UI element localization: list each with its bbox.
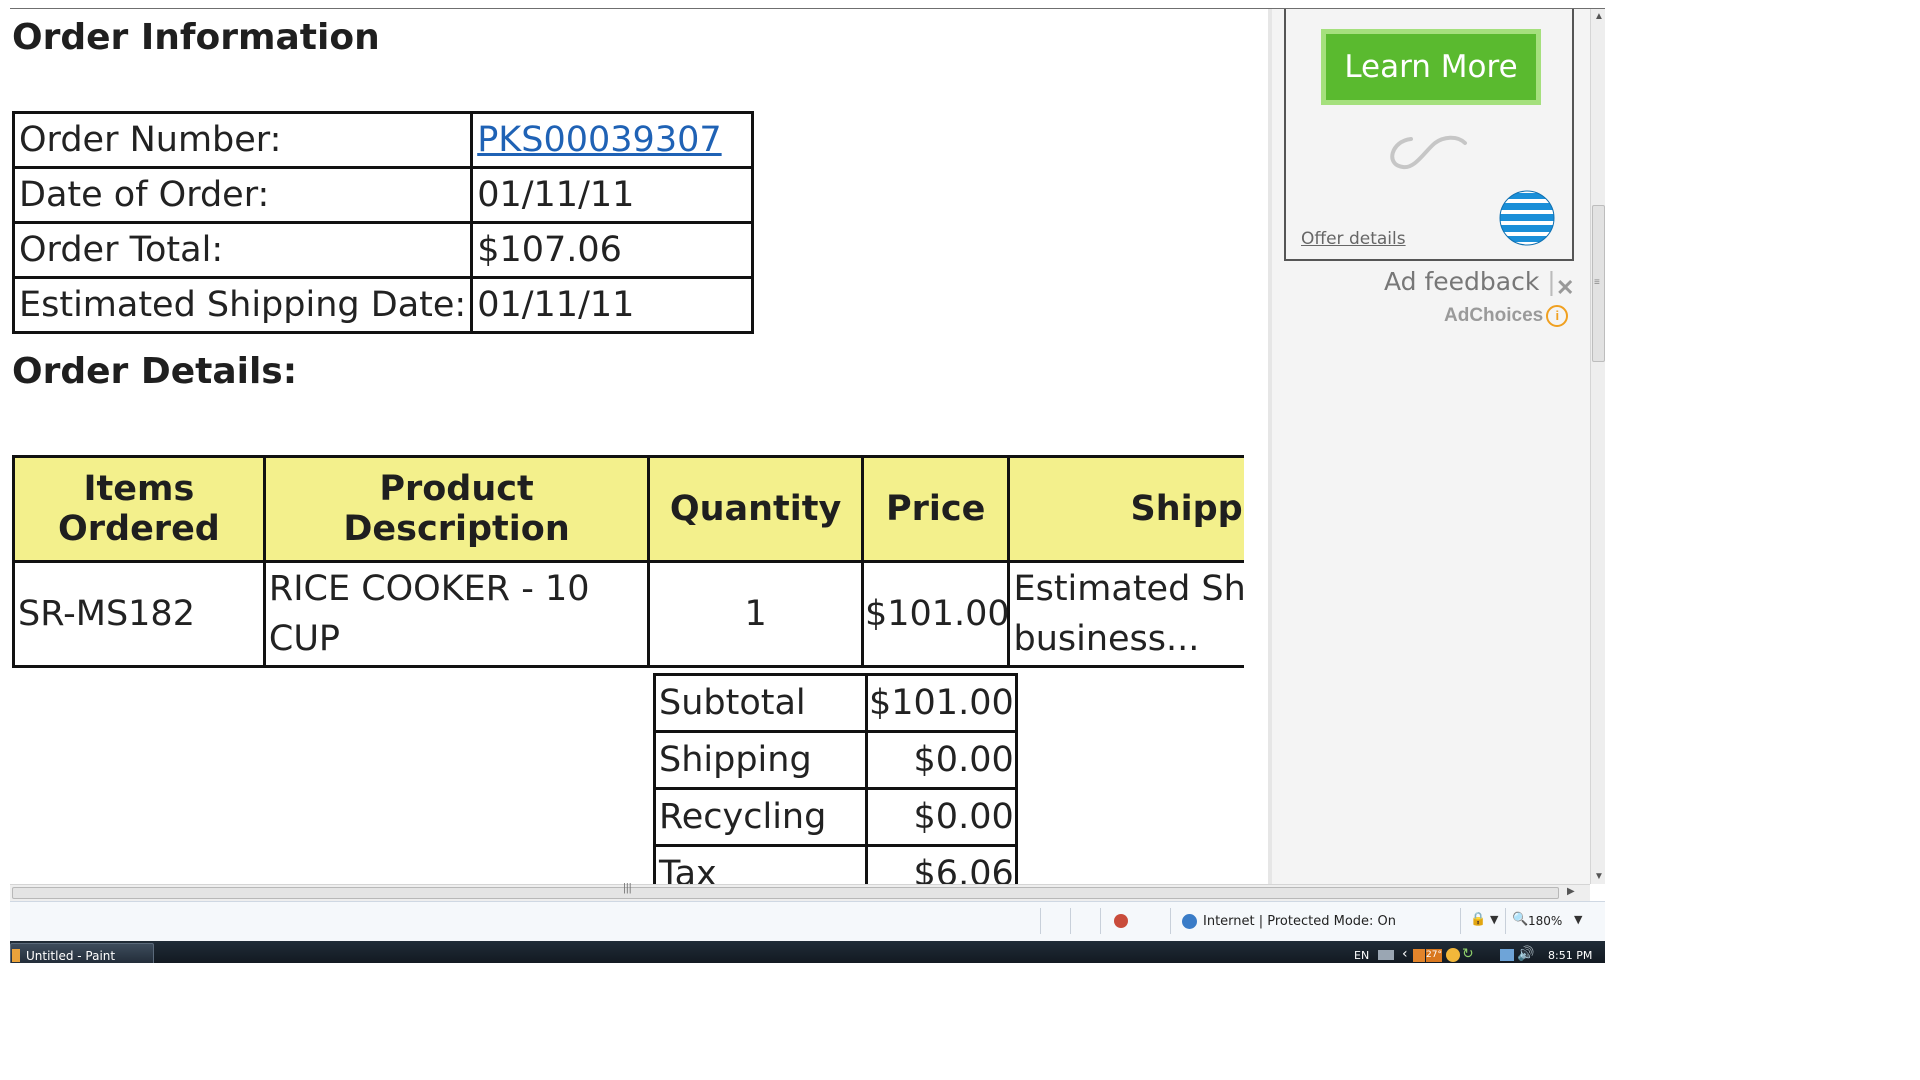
chevron-down-icon[interactable]: ▼ — [1574, 913, 1582, 926]
order-info-row: Estimated Shipping Date: 01/11/11 — [11, 276, 755, 334]
ad-sidebar: Learn More Offer details Ad feedback | ✕ — [1268, 9, 1594, 884]
column-header-items-ordered: Items Ordered — [12, 455, 266, 563]
security-zone-text[interactable]: Internet | Protected Mode: On — [1203, 914, 1396, 929]
status-divider — [1505, 908, 1506, 934]
weather-temperature[interactable]: 27° — [1426, 949, 1442, 962]
update-icon[interactable]: ↻ — [1462, 946, 1474, 962]
scroll-grip-icon: ||| — [623, 882, 632, 894]
system-clock[interactable]: 8:51 PM — [1548, 949, 1592, 962]
offer-details-link[interactable]: Offer details — [1301, 229, 1406, 249]
order-details-table: Items Ordered Product Description Quanti… — [12, 455, 1244, 668]
scroll-grip-icon: ≡ — [1594, 277, 1600, 288]
status-divider — [1100, 908, 1101, 934]
zoom-level[interactable]: 180% — [1528, 914, 1562, 928]
shipping-date-label: Estimated Shipping Date: — [11, 276, 474, 334]
totals-row: Shipping $0.00 — [653, 730, 1018, 790]
quantity-cell: 1 — [647, 560, 864, 668]
shipping-date-value: 01/11/11 — [470, 276, 755, 334]
order-totals-table: Subtotal $101.00 Shipping $0.00 Recyclin… — [653, 673, 1018, 884]
status-divider — [1170, 908, 1171, 934]
column-header-quantity: Quantity — [647, 455, 864, 563]
shipping-cell: Estimated Shi business... — [1007, 560, 1244, 668]
order-info-row: Date of Order: 01/11/11 — [11, 166, 755, 224]
recycling-value: $0.00 — [865, 787, 1018, 847]
order-information-heading: Order Information — [12, 17, 380, 58]
column-header-shipping: Shippi — [1007, 455, 1244, 563]
scroll-up-arrow-icon[interactable]: ▲ — [1594, 11, 1604, 22]
chevron-down-icon[interactable]: ▼ — [1490, 913, 1498, 926]
price-cell: $101.00 — [860, 560, 1011, 668]
description-cell: RICE COOKER - 10 CUP — [262, 560, 651, 668]
windows-taskbar: Untitled - Paint EN ‹ 27° ↻ 🔊 8:51 PM — [10, 941, 1605, 963]
separator: | — [1547, 267, 1556, 296]
table-row: SR-MS182 RICE COOKER - 10 CUP 1 $101.00 … — [12, 560, 1244, 668]
table-header-row: Items Ordered Product Description Quanti… — [12, 455, 1244, 563]
order-info-row: Order Total: $107.06 — [11, 221, 755, 279]
order-details-table-viewport: Items Ordered Product Description Quanti… — [12, 455, 1244, 675]
privacy-lock-icon[interactable]: 🔒 — [1470, 912, 1486, 927]
popup-blocker-icon[interactable] — [1114, 914, 1128, 928]
order-number-value: PKS00039307 — [470, 111, 755, 169]
swirl-icon — [1390, 135, 1467, 170]
order-date-value: 01/11/11 — [470, 166, 755, 224]
order-info-table: Order Number: PKS00039307 Date of Order:… — [11, 111, 755, 334]
order-number-link[interactable]: PKS00039307 — [477, 120, 721, 160]
scroll-right-arrow-icon[interactable]: ▶ — [1567, 886, 1575, 897]
ad-feedback-label: Ad feedback — [1384, 267, 1540, 296]
vertical-scrollbar[interactable]: ▲ ≡ ▼ — [1590, 9, 1605, 884]
adchoices-icon: i — [1546, 305, 1569, 327]
zoom-icon[interactable]: 🔍 — [1512, 912, 1528, 927]
volume-icon[interactable]: 🔊 — [1517, 946, 1534, 962]
status-bar: Internet | Protected Mode: On 🔒 ▼ 🔍 180%… — [10, 901, 1605, 942]
browser-window: Order Information Order Number: PKS00039… — [10, 8, 1605, 963]
keyboard-icon[interactable] — [1378, 950, 1394, 960]
horizontal-scrollbar[interactable]: ||| ▶ — [10, 882, 1590, 901]
att-globe-icon — [1499, 190, 1555, 246]
order-total-label: Order Total: — [11, 221, 474, 279]
subtotal-value: $101.00 — [865, 673, 1018, 733]
show-hidden-icons-chevron-icon[interactable]: ‹ — [1402, 946, 1408, 962]
order-info-row: Order Number: PKS00039307 — [11, 111, 755, 169]
order-total-value: $107.06 — [470, 221, 755, 279]
order-number-label: Order Number: — [11, 111, 474, 169]
tax-label: Tax — [653, 844, 868, 884]
column-header-price: Price — [860, 455, 1011, 563]
status-divider — [1040, 908, 1041, 934]
close-icon[interactable]: ✕ — [1556, 275, 1574, 301]
ad-feedback-link[interactable]: Ad feedback | — [1384, 267, 1556, 296]
order-details-heading: Order Details: — [12, 351, 298, 392]
recycling-label: Recycling — [653, 787, 868, 847]
tray-app-icon[interactable] — [1446, 948, 1460, 962]
tax-value: $6.06 — [865, 844, 1018, 884]
ad-box[interactable]: Learn More Offer details — [1284, 9, 1574, 261]
subtotal-label: Subtotal — [653, 673, 868, 733]
internet-zone-icon — [1182, 914, 1197, 929]
totals-row: Subtotal $101.00 — [653, 673, 1018, 733]
shipping-label: Shipping — [653, 730, 868, 790]
taskbar-button-paint[interactable]: Untitled - Paint — [10, 943, 154, 963]
learn-more-button[interactable]: Learn More — [1321, 29, 1541, 105]
language-indicator[interactable]: EN — [1354, 949, 1369, 962]
status-divider — [1460, 908, 1461, 934]
scroll-down-arrow-icon[interactable]: ▼ — [1594, 871, 1604, 882]
order-date-label: Date of Order: — [11, 166, 474, 224]
network-icon[interactable] — [1500, 949, 1514, 961]
tray-app-icon[interactable] — [1413, 949, 1425, 962]
status-divider — [1070, 908, 1071, 934]
shipping-value: $0.00 — [865, 730, 1018, 790]
taskbar-button-label: Untitled - Paint — [26, 949, 116, 963]
adchoices-link[interactable]: AdChoices i — [1444, 305, 1569, 327]
adchoices-label: AdChoices — [1444, 305, 1544, 327]
totals-row: Recycling $0.00 — [653, 787, 1018, 847]
horizontal-scroll-thumb[interactable] — [12, 887, 1559, 899]
column-header-product-description: Product Description — [262, 455, 651, 563]
item-cell: SR-MS182 — [12, 560, 266, 668]
totals-row: Tax $6.06 — [653, 844, 1018, 884]
paint-app-icon — [12, 949, 20, 962]
page-content: Order Information Order Number: PKS00039… — [10, 9, 1268, 884]
